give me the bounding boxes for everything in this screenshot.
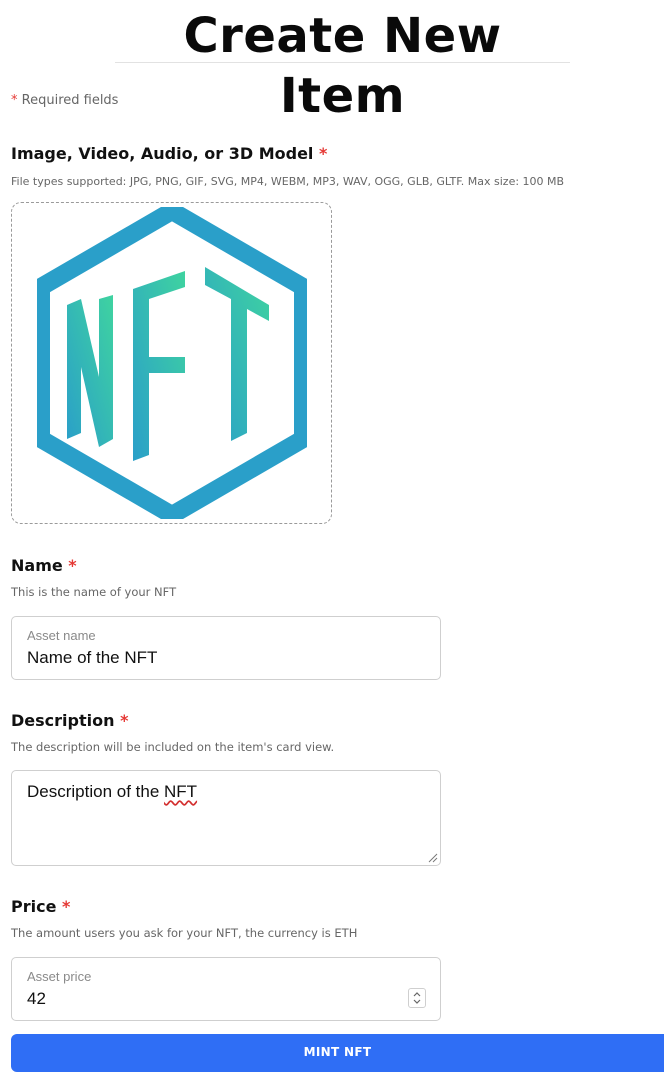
price-label: Price * <box>11 897 70 916</box>
price-input-label: Asset price <box>27 969 92 984</box>
description-textarea[interactable]: Description of the NFT <box>11 770 441 866</box>
required-fields-note: * Required fields <box>11 93 118 108</box>
required-star: * <box>318 144 328 163</box>
name-input-label: Asset name <box>27 628 96 643</box>
required-fields-text: Required fields <box>21 93 119 108</box>
description-value: Description of the NFT <box>27 782 197 802</box>
name-input[interactable]: Asset name Name of the NFT <box>11 616 441 680</box>
price-label-text: Price <box>11 897 57 916</box>
name-hint: This is the name of your NFT <box>11 585 177 599</box>
description-label: Description * <box>11 711 128 730</box>
nft-logo-preview <box>36 207 307 519</box>
resize-grip-icon[interactable] <box>426 851 438 863</box>
price-hint: The amount users you ask for your NFT, t… <box>11 926 358 940</box>
spellcheck-word: NFT <box>164 782 198 801</box>
price-stepper[interactable] <box>408 988 426 1008</box>
description-value-prefix: Description of the <box>27 782 165 801</box>
description-label-text: Description <box>11 711 115 730</box>
price-input[interactable]: Asset price 42 <box>11 957 441 1021</box>
price-input-value: 42 <box>27 989 46 1008</box>
page-title: Create New Item <box>183 8 502 124</box>
required-star: * <box>120 711 129 730</box>
media-label: Image, Video, Audio, or 3D Model * <box>11 144 327 163</box>
required-star: * <box>62 897 71 916</box>
media-dropzone[interactable] <box>11 202 332 524</box>
mint-nft-button[interactable]: MINT NFT <box>11 1034 664 1072</box>
required-star: * <box>11 93 18 108</box>
name-input-value: Name of the NFT <box>27 648 158 667</box>
name-label: Name * <box>11 556 77 575</box>
title-divider <box>115 62 570 63</box>
required-star: * <box>68 556 77 575</box>
description-hint: The description will be included on the … <box>11 740 335 754</box>
media-label-text: Image, Video, Audio, or 3D Model <box>11 144 314 163</box>
up-down-chevron-icon <box>413 992 421 1004</box>
name-label-text: Name <box>11 556 63 575</box>
media-hint: File types supported: JPG, PNG, GIF, SVG… <box>11 175 565 188</box>
